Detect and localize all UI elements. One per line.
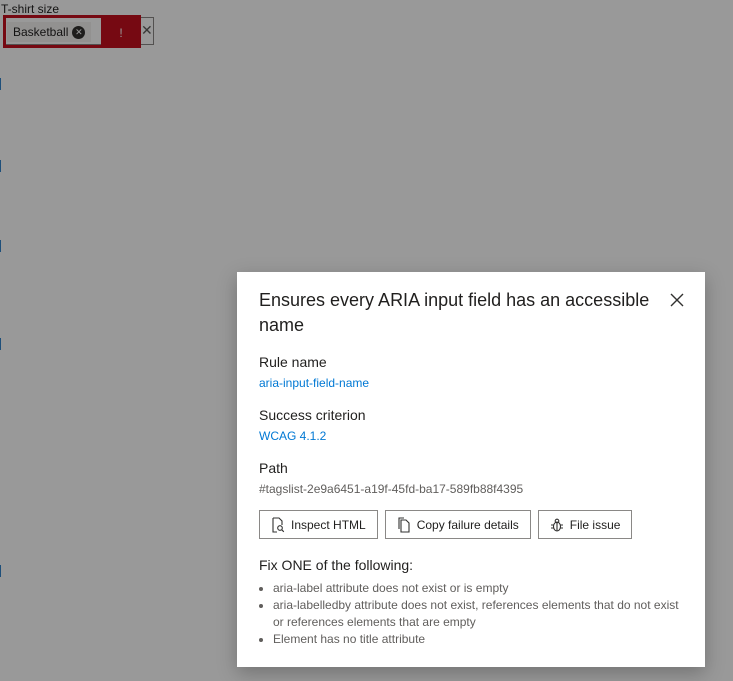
file-issue-button[interactable]: File issue xyxy=(537,510,633,539)
path-label: Path xyxy=(259,460,288,476)
copy-icon xyxy=(398,516,410,533)
copy-failure-details-label: Copy failure details xyxy=(416,517,519,532)
fix-item: Element has no title attribute xyxy=(273,631,683,648)
dialog-actions: Inspect HTML Copy failure details File i… xyxy=(259,510,683,539)
edge-mark xyxy=(0,338,1,350)
success-criterion-label: Success criterion xyxy=(259,407,366,423)
edge-mark xyxy=(0,160,1,172)
file-search-icon xyxy=(272,516,285,533)
fix-heading: Fix ONE of the following: xyxy=(259,557,414,573)
rule-name-label: Rule name xyxy=(259,354,327,370)
edge-mark xyxy=(0,240,1,252)
bug-icon xyxy=(550,518,563,532)
fix-item: aria-labelledby attribute does not exist… xyxy=(273,597,683,631)
failure-details-dialog: Ensures every ARIA input field has an ac… xyxy=(237,272,705,667)
close-button[interactable] xyxy=(667,290,687,310)
inspect-html-button[interactable]: Inspect HTML xyxy=(259,510,378,539)
copy-failure-details-button[interactable]: Copy failure details xyxy=(384,510,531,539)
success-criterion-link[interactable]: WCAG 4.1.2 xyxy=(259,428,326,444)
edge-mark xyxy=(0,78,1,90)
dialog-title: Ensures every ARIA input field has an ac… xyxy=(259,290,650,335)
edge-mark xyxy=(0,565,1,577)
path-value: #tagslist-2e9a6451-a19f-45fd-ba17-589fb8… xyxy=(259,482,524,496)
inspect-html-label: Inspect HTML xyxy=(291,517,366,532)
close-icon xyxy=(670,293,684,307)
fix-list: aria-label attribute does not exist or i… xyxy=(259,580,683,648)
rule-name-link[interactable]: aria-input-field-name xyxy=(259,375,369,391)
fix-item: aria-label attribute does not exist or i… xyxy=(273,580,683,597)
file-issue-label: File issue xyxy=(569,517,621,532)
